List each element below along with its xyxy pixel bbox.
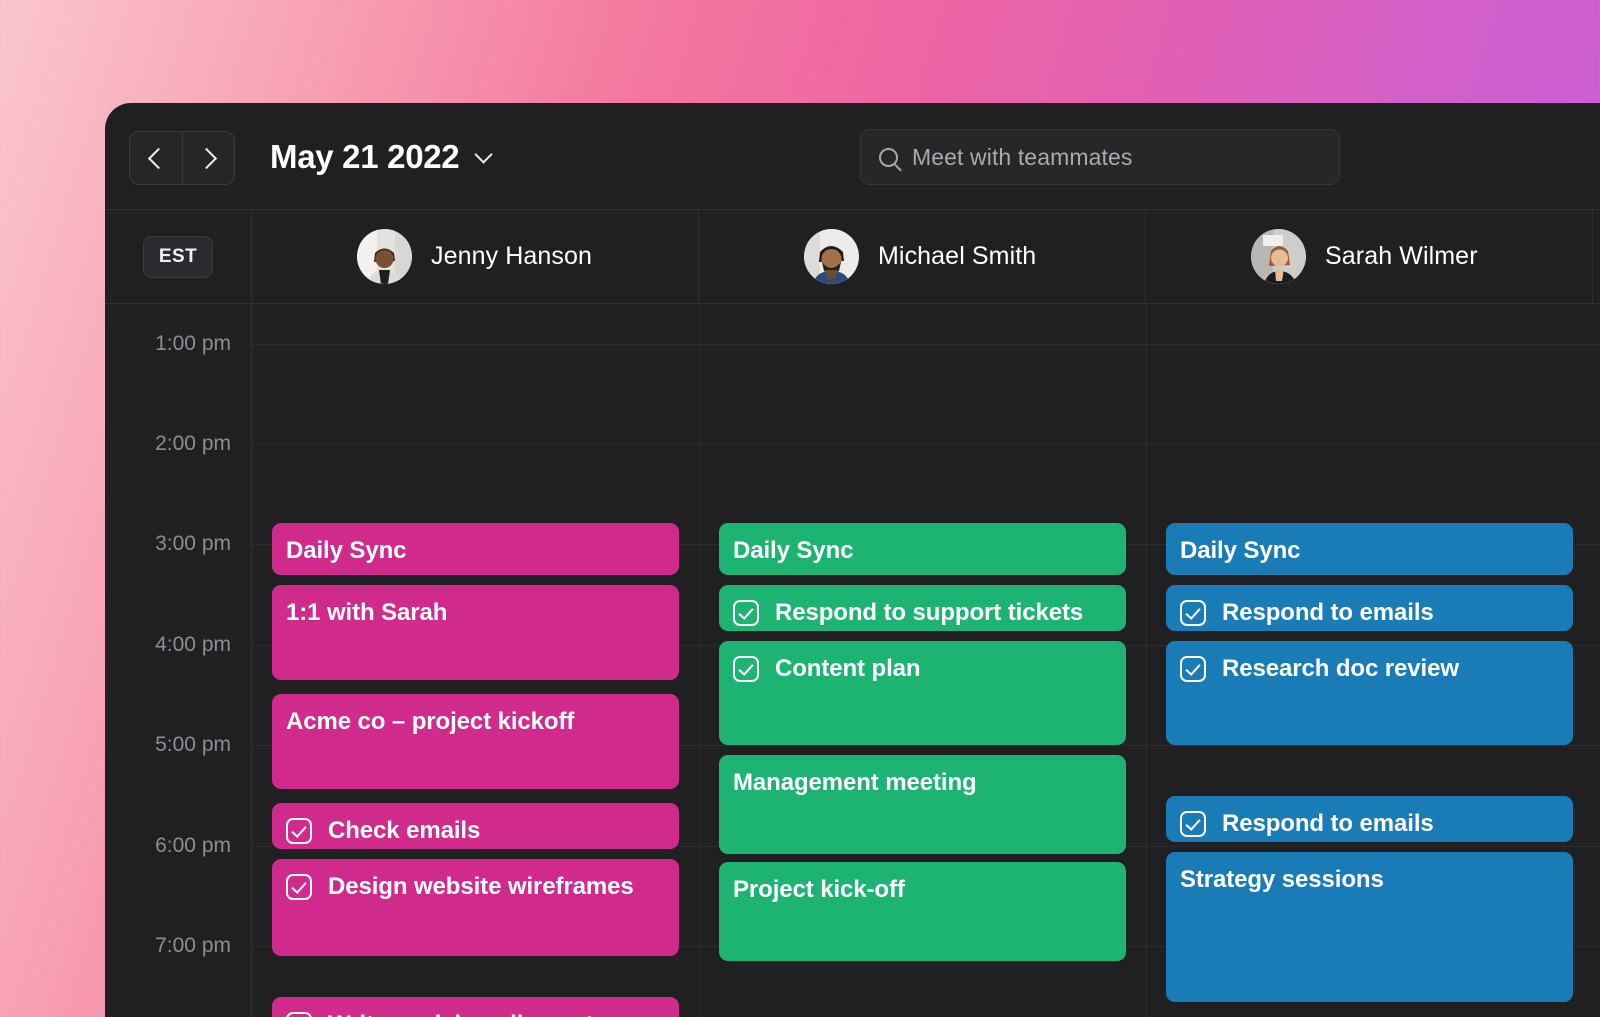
hour-label: 7:00 pm xyxy=(155,934,231,957)
calendar-event[interactable]: Daily Sync xyxy=(719,523,1126,575)
date-nav-group xyxy=(129,131,235,185)
hour-label: 5:00 pm xyxy=(155,733,231,756)
calendar-event[interactable]: Content plan xyxy=(719,641,1126,745)
event-title: Respond to emails xyxy=(1222,810,1434,837)
person-column-1: Daily Sync Respond to support tickets Co… xyxy=(699,304,1146,1017)
search-input-value: Meet with teammates xyxy=(912,143,1133,170)
chevron-left-icon xyxy=(147,147,170,169)
chevron-down-icon[interactable] xyxy=(474,144,494,164)
event-title: Management meeting xyxy=(733,769,977,796)
checkbox-checked-icon[interactable] xyxy=(1180,811,1206,837)
previous-day-button[interactable] xyxy=(130,132,182,184)
calendar-event[interactable]: Research doc review xyxy=(1166,641,1573,745)
event-title: 1:1 with Sarah xyxy=(286,599,448,626)
date-picker[interactable]: May 21 2022 xyxy=(270,133,494,181)
calendar-event[interactable]: Respond to emails xyxy=(1166,585,1573,631)
hour-label: 6:00 pm xyxy=(155,834,231,857)
time-gutter: 1:00 pm 2:00 pm 3:00 pm 4:00 pm 5:00 pm … xyxy=(105,304,252,1017)
person-column-header-1[interactable]: Michael Smith xyxy=(699,210,1146,303)
timezone-badge[interactable]: EST xyxy=(142,235,214,278)
person-column-0: Daily Sync 1:1 with Sarah Acme co – proj… xyxy=(252,304,699,1017)
next-day-button[interactable] xyxy=(182,132,234,184)
event-title: Design website wireframes xyxy=(328,873,634,900)
event-title: Research doc review xyxy=(1222,655,1459,682)
search-input[interactable]: Meet with teammates xyxy=(860,129,1340,185)
page-title: May 21 2022 xyxy=(270,138,460,175)
avatar xyxy=(357,229,412,284)
checkbox-checked-icon[interactable] xyxy=(286,818,312,844)
event-title: Respond to support tickets xyxy=(775,599,1084,626)
event-title: Content plan xyxy=(775,655,921,682)
calendar-event[interactable]: Strategy sessions xyxy=(1166,852,1573,1002)
event-title: Daily Sync xyxy=(733,537,854,564)
checkbox-checked-icon[interactable] xyxy=(1180,600,1206,626)
person-column-header-2[interactable]: Sarah Wilmer xyxy=(1146,210,1593,303)
calendar-event[interactable]: Daily Sync xyxy=(1166,523,1573,575)
person-name: Jenny Hanson xyxy=(431,242,593,270)
hour-label: 4:00 pm xyxy=(155,633,231,656)
event-title: Project kick-off xyxy=(733,876,905,903)
search-icon xyxy=(879,147,898,167)
calendar-event[interactable]: Daily Sync xyxy=(272,523,679,575)
calendar-header-row: EST Jenny Hanson Michael Smith Sarah Wil… xyxy=(105,210,1600,304)
hour-label: 2:00 pm xyxy=(155,432,231,455)
checkbox-checked-icon[interactable] xyxy=(733,656,759,682)
calendar-grid: 1:00 pm 2:00 pm 3:00 pm 4:00 pm 5:00 pm … xyxy=(105,304,1600,1017)
person-name: Michael Smith xyxy=(878,242,1037,270)
person-column-header-0[interactable]: Jenny Hanson xyxy=(252,210,699,303)
event-title: Respond to emails xyxy=(1222,599,1434,626)
calendar-event[interactable]: Respond to emails xyxy=(1166,796,1573,842)
event-title: Check emails xyxy=(328,817,481,844)
calendar-event[interactable]: Acme co – project kickoff xyxy=(272,694,679,789)
event-title: Strategy sessions xyxy=(1180,866,1384,893)
calendar-event[interactable]: Design website wireframes xyxy=(272,859,679,956)
event-title: Write social media posts xyxy=(328,1010,607,1017)
calendar-event[interactable]: 1:1 with Sarah xyxy=(272,585,679,680)
toolbar: May 21 2022 Meet with teammates xyxy=(105,103,1600,210)
checkbox-checked-icon[interactable] xyxy=(733,600,759,626)
checkbox-checked-icon[interactable] xyxy=(286,1012,312,1017)
event-title: Daily Sync xyxy=(1180,537,1301,564)
hour-label: 3:00 pm xyxy=(155,532,231,555)
calendar-app-window: May 21 2022 Meet with teammates EST Jenn… xyxy=(105,103,1600,1017)
avatar xyxy=(804,229,859,284)
event-title: Acme co – project kickoff xyxy=(286,708,575,735)
calendar-event[interactable]: Project kick-off xyxy=(719,862,1126,961)
hour-label: 1:00 pm xyxy=(155,332,231,355)
timezone-cell: EST xyxy=(105,210,252,303)
person-name: Sarah Wilmer xyxy=(1325,242,1478,270)
checkbox-checked-icon[interactable] xyxy=(286,874,312,900)
checkbox-checked-icon[interactable] xyxy=(1180,656,1206,682)
event-title: Daily Sync xyxy=(286,537,407,564)
chevron-right-icon xyxy=(195,147,217,169)
person-column-2: Daily Sync Respond to emails Research do… xyxy=(1146,304,1593,1017)
avatar xyxy=(1251,229,1306,284)
calendar-event[interactable]: Respond to support tickets xyxy=(719,585,1126,631)
calendar-event[interactable]: Write social media posts xyxy=(272,997,679,1017)
calendar-event[interactable]: Management meeting xyxy=(719,755,1126,854)
calendar-event[interactable]: Check emails xyxy=(272,803,679,849)
